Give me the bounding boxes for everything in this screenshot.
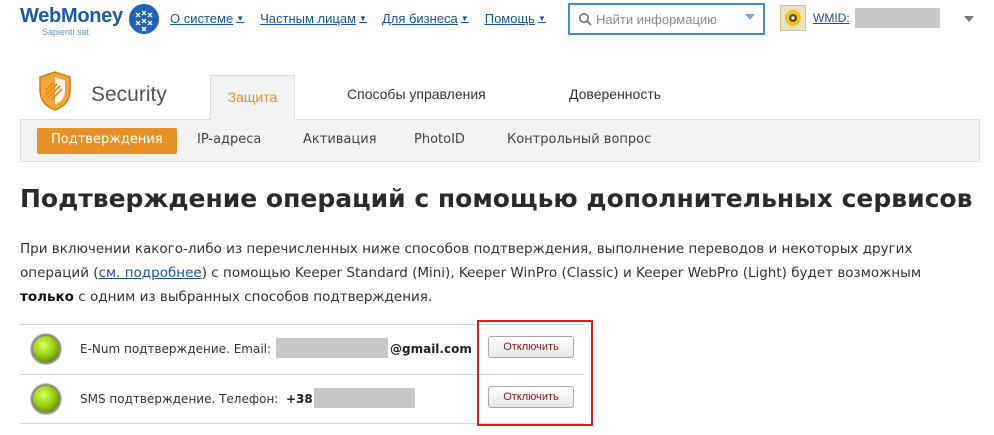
nav-personal-label: Частным лицам <box>260 11 357 26</box>
search-icon <box>579 13 592 26</box>
caret-down-icon: ▼ <box>537 14 546 23</box>
caret-down-icon: ▼ <box>460 14 469 23</box>
caret-down-icon: ▼ <box>359 14 367 23</box>
subtab-photoid[interactable]: PhotoID <box>414 132 465 147</box>
nav-about-label: О системе <box>170 11 234 26</box>
nav-business[interactable]: Для бизнеса ▼ <box>382 11 469 26</box>
security-header: Security Защита Способы управления Довер… <box>20 62 980 121</box>
subtab-ip-addresses[interactable]: IP-адреса <box>197 132 261 147</box>
highlight-box <box>477 320 593 426</box>
status-on-icon <box>31 334 61 364</box>
top-bar: WebMoney Sapienti sat О системе ▼ Частным… <box>0 0 994 40</box>
email-domain: @gmail.com <box>390 342 472 356</box>
avatar[interactable] <box>780 5 806 31</box>
tab-power-of-attorney[interactable]: Доверенность <box>569 86 661 102</box>
shield-icon <box>39 71 71 111</box>
description-text: с одним из выбранных способов подтвержде… <box>73 289 433 305</box>
wmid-label[interactable]: WMID: <box>813 11 850 25</box>
subtab-activation[interactable]: Активация <box>303 132 377 147</box>
search-box[interactable] <box>568 3 765 35</box>
nav-help-label: Помощь <box>484 11 535 26</box>
description-line-1: При включении какого-либо из перечисленн… <box>20 241 913 257</box>
confirmation-label: SMS подтверждение. Телефон: <box>80 392 279 406</box>
nav-business-label: Для бизнеса <box>381 11 458 26</box>
description-line-2: операций (см. подробнее) с помощью Keepe… <box>20 261 980 285</box>
more-info-link[interactable]: см. подробнее <box>99 265 202 281</box>
description: При включении какого-либо из перечисленн… <box>20 237 980 309</box>
subtab-confirmations[interactable]: Подтверждения <box>37 128 177 154</box>
account-menu[interactable]: WMID: <box>780 5 980 33</box>
search-input[interactable] <box>596 10 741 28</box>
main-nav: О системе ▼ Частным лицам ▼ Для бизнеса ▼ П… <box>170 11 546 26</box>
nav-about[interactable]: О системе ▼ <box>170 11 244 26</box>
caret-down-icon: ▼ <box>236 14 245 23</box>
user-avatar-icon <box>785 10 801 26</box>
phone-redacted <box>314 388 415 408</box>
description-line-3: только с одним из выбранных способов под… <box>20 285 980 309</box>
description-text: ) с помощью Keeper Standard (Mini), Keep… <box>201 265 921 281</box>
nav-personal[interactable]: Частным лицам ▼ <box>260 11 367 26</box>
chevron-down-icon[interactable] <box>745 14 755 20</box>
description-bold: только <box>20 289 74 305</box>
wmid-value-redacted <box>855 8 940 28</box>
phone-prefix: +38 <box>286 392 313 406</box>
description-text: операций ( <box>20 265 99 281</box>
confirmation-label: E-Num подтверждение. Email: <box>80 342 272 356</box>
logo-tagline: Sapienti sat <box>42 27 90 37</box>
tab-protection[interactable]: Защита <box>210 75 295 121</box>
subtabs-bar: Подтверждения IP-адреса Активация PhotoI… <box>20 120 980 162</box>
page-title: Подтверждение операций с помощью дополни… <box>20 184 973 213</box>
logo-text: WebMoney <box>20 5 123 27</box>
subtab-security-question[interactable]: Контрольный вопрос <box>507 132 651 147</box>
email-redacted <box>276 338 388 358</box>
caret-down-icon[interactable] <box>964 16 974 22</box>
tab-control-methods[interactable]: Способы управления <box>347 86 486 102</box>
section-title: Security <box>91 83 167 106</box>
status-on-icon <box>31 384 61 414</box>
globe-icon <box>129 4 159 34</box>
nav-help[interactable]: Помощь ▼ <box>485 11 546 26</box>
